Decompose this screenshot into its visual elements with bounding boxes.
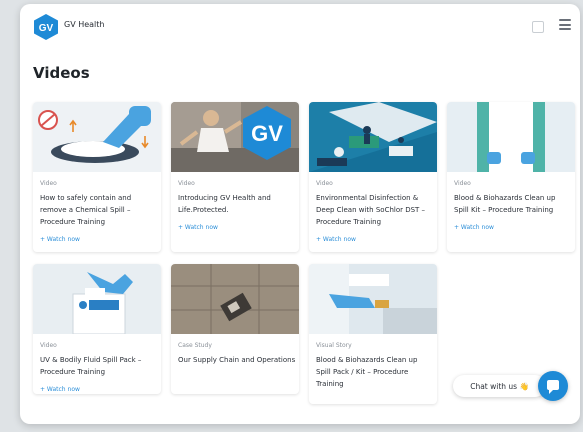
video-card-blood-biohazards-kit[interactable]: Video Blood & Biohazards Clean up Spill … [447,102,575,252]
thumbnail-environmental-disinfection [309,102,437,172]
gv-logo-icon[interactable]: GV [33,14,59,40]
card-title[interactable]: Introducing GV Health and Life.Protected… [178,192,296,216]
watch-now-link[interactable]: + Watch now [316,236,356,243]
card-title[interactable]: Environmental Disinfection & Deep Clean … [316,192,434,228]
video-card-introducing-gv[interactable]: GV Video Introducing GV Health and Life.… [171,102,299,252]
video-card-environmental-disinfection[interactable]: Video Environmental Disinfection & Deep … [309,102,437,252]
thumbnail-supply-chain [171,264,299,334]
visual-story-card-blood-biohazards[interactable]: Visual Story Blood & Biohazards Clean up… [309,264,437,404]
card-title[interactable]: Our Supply Chain and Operations [178,354,296,366]
watch-now-link[interactable]: + Watch now [40,236,80,243]
card-title[interactable]: UV & Bodily Fluid Spill Pack – Procedure… [40,354,158,378]
card-type: Video [454,180,471,187]
card-type: Visual Story [316,342,352,349]
thumbnail-blood-biohazards-pack [309,264,437,334]
thumbnail-introducing-gv: GV [171,102,299,172]
watch-now-link[interactable]: + Watch now [454,224,494,231]
card-title[interactable]: Blood & Biohazards Clean up Spill Pack /… [316,354,434,390]
grid-icon[interactable] [532,21,544,33]
card-title[interactable]: How to safely contain and remove a Chemi… [40,192,158,228]
thumbnail-blood-biohazards-kit [447,102,575,172]
video-card-uv-bodily-fluid[interactable]: Video UV & Bodily Fluid Spill Pack – Pro… [33,264,161,394]
thumbnail-logo-text: GV [251,121,283,146]
case-study-card-supply-chain[interactable]: Case Study Our Supply Chain and Operatio… [171,264,299,394]
chat-launcher-button[interactable] [538,371,568,401]
thumbnail-uv-bodily-fluid [33,264,161,334]
card-type: Video [178,180,195,187]
card-type: Video [40,180,57,187]
top-bar: GV GV Health [20,4,580,48]
chat-bubble-icon [547,380,559,394]
page-window: GV GV Health Videos Video How to safely … [20,4,580,424]
watch-now-link[interactable]: + Watch now [40,386,80,393]
watch-now-link[interactable]: + Watch now [178,224,218,231]
video-card-chemical-spill[interactable]: Video How to safely contain and remove a… [33,102,161,252]
menu-icon[interactable] [559,19,571,31]
thumbnail-chemical-spill [33,102,161,172]
card-title[interactable]: Blood & Biohazards Clean up Spill Kit – … [454,192,572,216]
chat-with-us-button[interactable]: Chat with us 👋 [453,375,546,397]
card-type: Video [40,342,57,349]
brand-name[interactable]: GV Health [64,20,104,29]
card-type: Video [316,180,333,187]
page-title: Videos [33,64,90,82]
card-type: Case Study [178,342,212,349]
logo-text: GV [39,23,54,34]
